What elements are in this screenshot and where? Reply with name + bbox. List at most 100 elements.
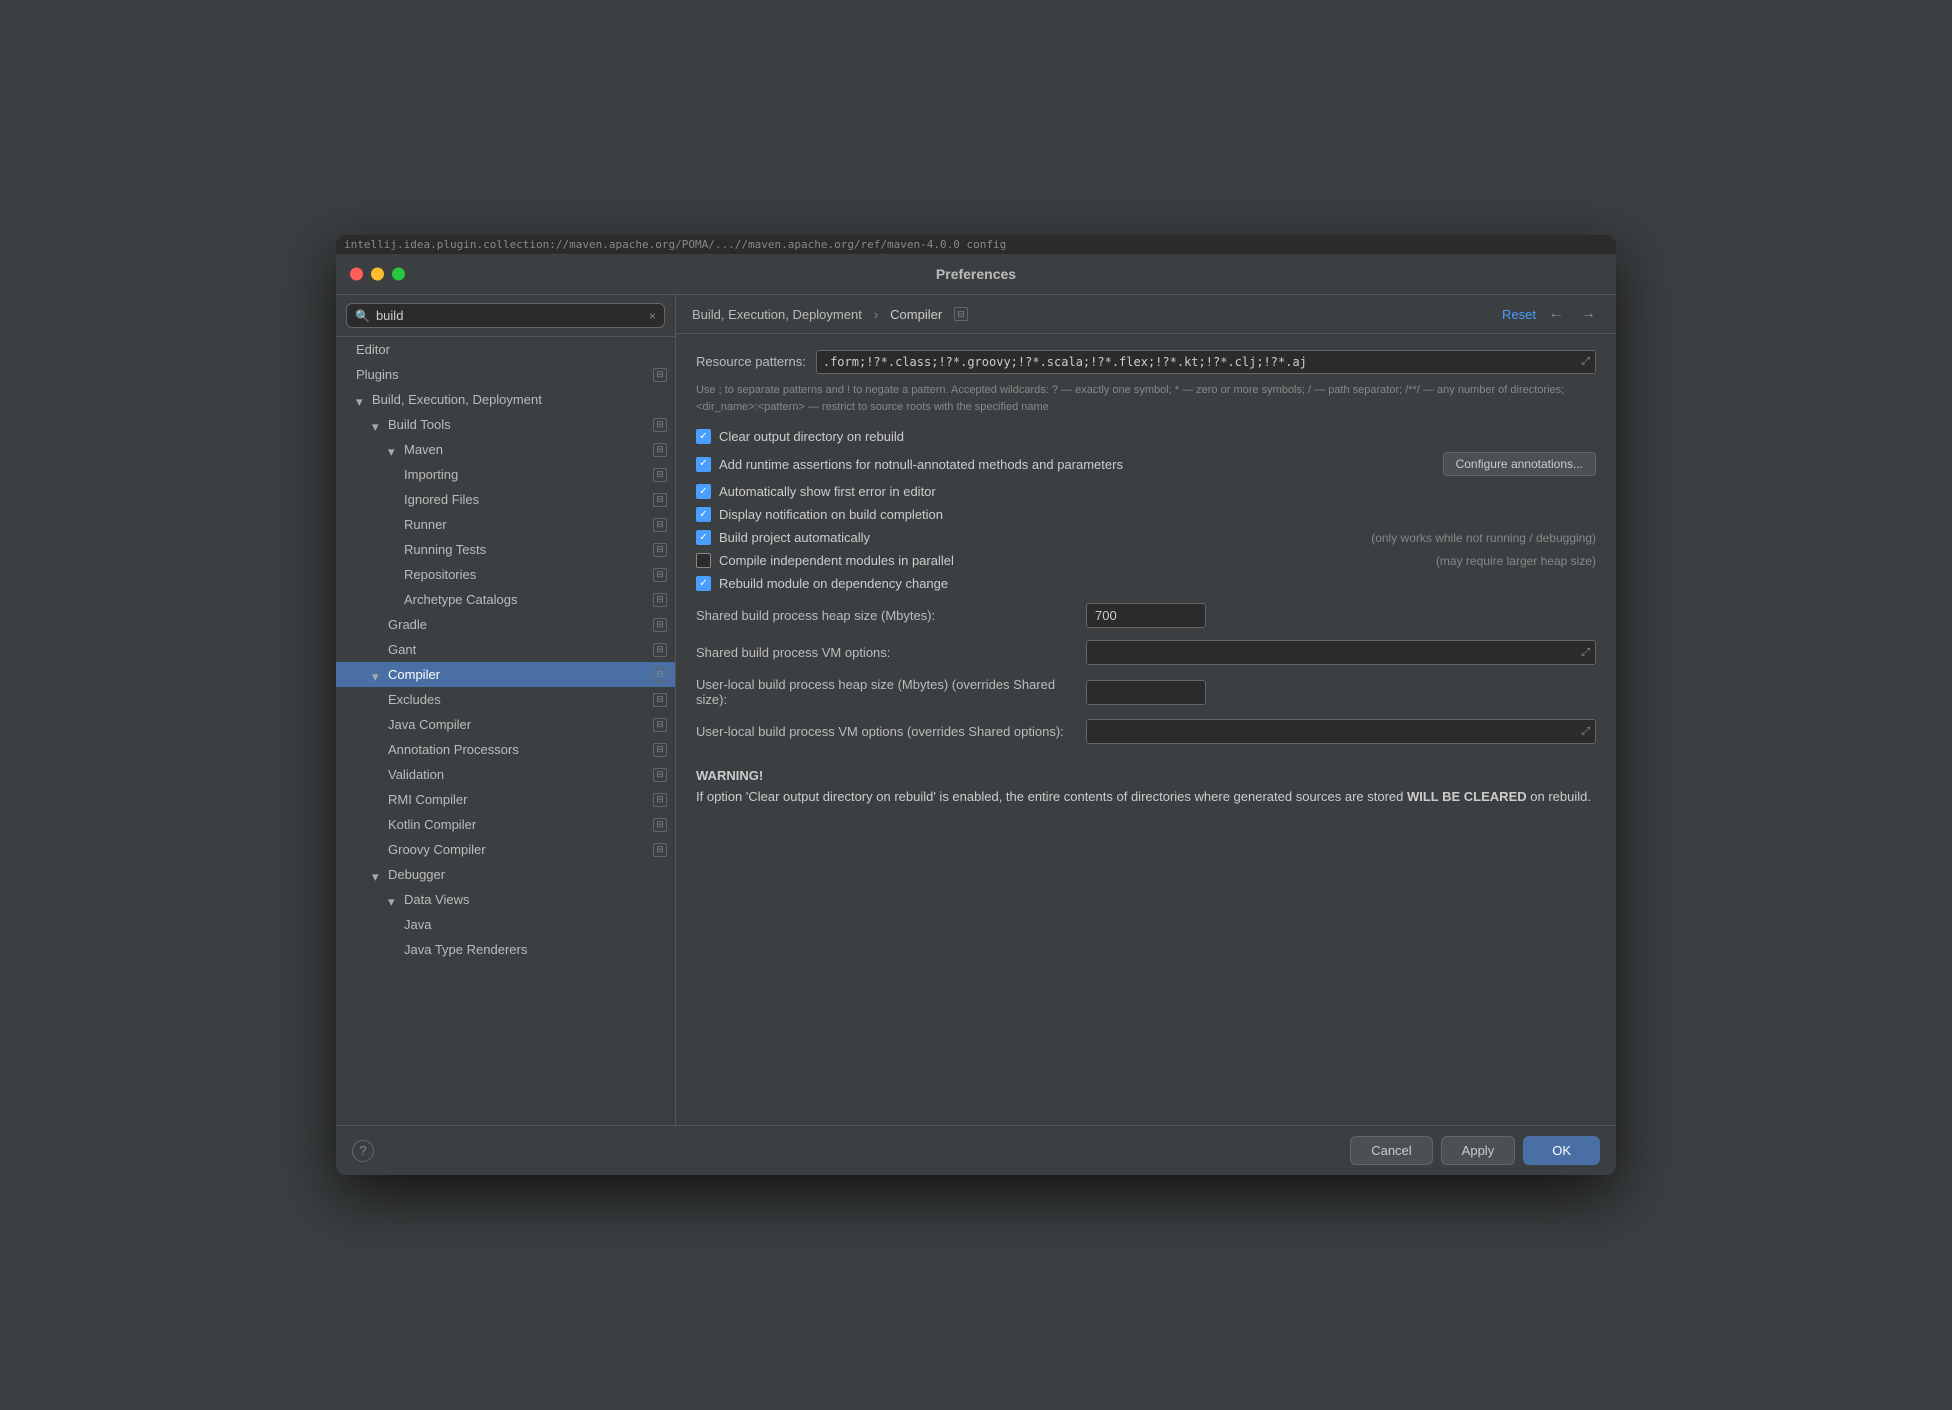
sidebar-item-label: Debugger bbox=[388, 867, 667, 882]
sidebar-item-plugins[interactable]: Plugins ⊟ bbox=[336, 362, 675, 387]
resource-patterns-input[interactable] bbox=[816, 350, 1596, 374]
traffic-lights bbox=[350, 268, 405, 281]
sync-badge: ⊟ bbox=[653, 843, 667, 857]
checkbox-row-build-automatically: Build project automatically (only works … bbox=[696, 530, 1596, 545]
configure-annotations-button[interactable]: Configure annotations... bbox=[1443, 452, 1596, 476]
checkbox-label-auto-show-error: Automatically show first error in editor bbox=[719, 484, 1596, 499]
checkbox-runtime-assertions[interactable] bbox=[696, 457, 711, 472]
expand-arrow bbox=[388, 444, 400, 456]
content-header: Build, Execution, Deployment › Compiler … bbox=[676, 295, 1616, 334]
sidebar-item-runner[interactable]: Runner ⊟ bbox=[336, 512, 675, 537]
main-content: 🔍 × Editor Plugins ⊟ Bui bbox=[336, 294, 1616, 1125]
shared-vm-input[interactable] bbox=[1086, 640, 1596, 665]
resource-patterns-row: Resource patterns: ⤢ bbox=[696, 350, 1596, 374]
checkbox-clear-output[interactable] bbox=[696, 429, 711, 444]
footer: ? Cancel Apply OK bbox=[336, 1125, 1616, 1175]
expand-arrow bbox=[356, 394, 368, 406]
sidebar-item-excludes[interactable]: Excludes ⊟ bbox=[336, 687, 675, 712]
ok-button[interactable]: OK bbox=[1523, 1136, 1600, 1165]
sidebar-item-label: Data Views bbox=[404, 892, 667, 907]
sync-badge: ⊟ bbox=[653, 468, 667, 482]
sidebar-item-java-compiler[interactable]: Java Compiler ⊟ bbox=[336, 712, 675, 737]
checkbox-auto-show-error[interactable] bbox=[696, 484, 711, 499]
checkbox-rebuild-on-dependency[interactable] bbox=[696, 576, 711, 591]
url-bar: intellij.idea.plugin.collection://maven.… bbox=[336, 235, 1616, 254]
minimize-button[interactable] bbox=[371, 268, 384, 281]
sidebar-item-label: RMI Compiler bbox=[388, 792, 653, 807]
sidebar-item-label: Archetype Catalogs bbox=[404, 592, 653, 607]
sidebar-item-running-tests[interactable]: Running Tests ⊟ bbox=[336, 537, 675, 562]
maximize-button[interactable] bbox=[392, 268, 405, 281]
sidebar-item-archetype-catalogs[interactable]: Archetype Catalogs ⊟ bbox=[336, 587, 675, 612]
sidebar-item-kotlin-compiler[interactable]: Kotlin Compiler ⊟ bbox=[336, 812, 675, 837]
options-section: Clear output directory on rebuild Add ru… bbox=[696, 429, 1596, 591]
expand-arrow bbox=[388, 894, 400, 906]
search-input[interactable] bbox=[376, 308, 643, 323]
sidebar-item-gradle[interactable]: Gradle ⊟ bbox=[336, 612, 675, 637]
checkbox-label-runtime-assertions: Add runtime assertions for notnull-annot… bbox=[719, 457, 1435, 472]
sidebar-item-label: Maven bbox=[404, 442, 653, 457]
help-button[interactable]: ? bbox=[352, 1140, 374, 1162]
sidebar-item-validation[interactable]: Validation ⊟ bbox=[336, 762, 675, 787]
field-row-user-heap: User-local build process heap size (Mbyt… bbox=[696, 677, 1596, 707]
reset-button[interactable]: Reset bbox=[1502, 307, 1536, 322]
checkbox-row-compile-parallel: Compile independent modules in parallel … bbox=[696, 553, 1596, 568]
sidebar-item-maven[interactable]: Maven ⊟ bbox=[336, 437, 675, 462]
sidebar-item-label: Validation bbox=[388, 767, 653, 782]
search-input-wrapper: 🔍 × bbox=[346, 303, 665, 328]
sidebar-item-java[interactable]: Java bbox=[336, 912, 675, 937]
sidebar-item-groovy-compiler[interactable]: Groovy Compiler ⊟ bbox=[336, 837, 675, 862]
checkbox-build-automatically[interactable] bbox=[696, 530, 711, 545]
sidebar-item-importing[interactable]: Importing ⊟ bbox=[336, 462, 675, 487]
sidebar-item-data-views[interactable]: Data Views bbox=[336, 887, 675, 912]
sidebar-item-label: Excludes bbox=[388, 692, 653, 707]
user-vm-input[interactable] bbox=[1086, 719, 1596, 744]
field-row-shared-vm: Shared build process VM options: ⤢ bbox=[696, 640, 1596, 665]
close-button[interactable] bbox=[350, 268, 363, 281]
sidebar-item-label: Compiler bbox=[388, 667, 653, 682]
sidebar-item-compiler[interactable]: Compiler ⊟ bbox=[336, 662, 675, 687]
field-label-user-vm: User-local build process VM options (ove… bbox=[696, 724, 1076, 739]
clear-button[interactable]: × bbox=[649, 309, 656, 323]
sidebar-item-java-type-renderers[interactable]: Java Type Renderers bbox=[336, 937, 675, 962]
build-automatically-note: (only works while not running / debuggin… bbox=[1371, 531, 1596, 545]
apply-button[interactable]: Apply bbox=[1441, 1136, 1516, 1165]
sidebar-item-build-tools[interactable]: Build Tools ⊟ bbox=[336, 412, 675, 437]
cancel-button[interactable]: Cancel bbox=[1350, 1136, 1432, 1165]
sidebar-item-gant[interactable]: Gant ⊟ bbox=[336, 637, 675, 662]
sidebar-item-ignored-files[interactable]: Ignored Files ⊟ bbox=[336, 487, 675, 512]
sync-badge: ⊟ bbox=[653, 443, 667, 457]
sync-badge: ⊟ bbox=[653, 593, 667, 607]
sidebar-item-debugger[interactable]: Debugger bbox=[336, 862, 675, 887]
nav-forward-button[interactable]: → bbox=[1576, 305, 1600, 323]
sync-badge: ⊟ bbox=[653, 718, 667, 732]
sidebar-item-rmi-compiler[interactable]: RMI Compiler ⊟ bbox=[336, 787, 675, 812]
sync-badge: ⊟ bbox=[653, 693, 667, 707]
checkbox-label-rebuild-on-dependency: Rebuild module on dependency change bbox=[719, 576, 1596, 591]
expand-icon: ⤢ bbox=[1581, 646, 1590, 659]
dialog-title: Preferences bbox=[936, 266, 1016, 282]
sidebar-item-label: Build Tools bbox=[388, 417, 653, 432]
warning-body-text: If option 'Clear output directory on reb… bbox=[696, 789, 1591, 804]
field-row-shared-heap: Shared build process heap size (Mbytes): bbox=[696, 603, 1596, 628]
sidebar-item-label: Annotation Processors bbox=[388, 742, 653, 757]
sidebar-item-annotation-processors[interactable]: Annotation Processors ⊟ bbox=[336, 737, 675, 762]
shared-heap-input[interactable] bbox=[1086, 603, 1206, 628]
checkbox-label-compile-parallel: Compile independent modules in parallel bbox=[719, 553, 1420, 568]
sidebar-item-editor[interactable]: Editor bbox=[336, 337, 675, 362]
sync-badge: ⊟ bbox=[653, 818, 667, 832]
sync-badge: ⊟ bbox=[653, 568, 667, 582]
warning-body: If option 'Clear output directory on reb… bbox=[696, 787, 1596, 807]
nav-back-button[interactable]: ← bbox=[1544, 305, 1568, 323]
breadcrumb-arrow: › bbox=[874, 307, 878, 322]
expand-arrow bbox=[372, 669, 384, 681]
checkbox-label-display-notification: Display notification on build completion bbox=[719, 507, 1596, 522]
sidebar-item-build-execution-deployment[interactable]: Build, Execution, Deployment bbox=[336, 387, 675, 412]
sidebar-item-label: Gant bbox=[388, 642, 653, 657]
sync-badge: ⊟ bbox=[653, 368, 667, 382]
checkbox-display-notification[interactable] bbox=[696, 507, 711, 522]
user-heap-input[interactable] bbox=[1086, 680, 1206, 705]
checkbox-row-auto-show-error: Automatically show first error in editor bbox=[696, 484, 1596, 499]
checkbox-compile-parallel[interactable] bbox=[696, 553, 711, 568]
sidebar-item-repositories[interactable]: Repositories ⊟ bbox=[336, 562, 675, 587]
